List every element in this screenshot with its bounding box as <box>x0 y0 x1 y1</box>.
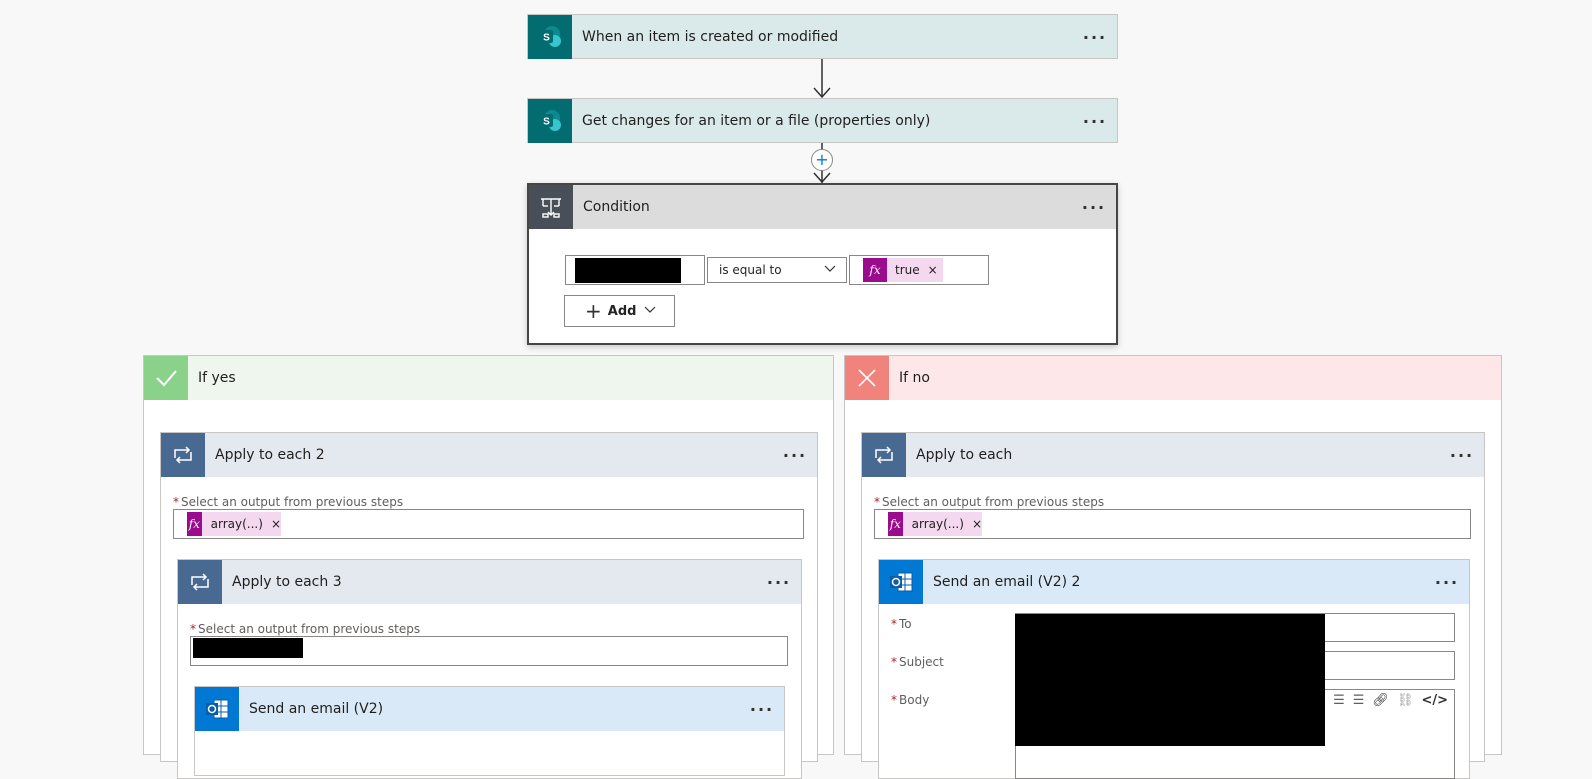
more-options-button[interactable]: ··· <box>1073 112 1117 131</box>
outlook-icon <box>879 560 923 604</box>
fx-icon: fx <box>888 512 903 536</box>
chevron-down-icon <box>824 262 836 278</box>
send-email-card[interactable]: Send an email (V2) ··· <box>194 686 785 776</box>
more-options-button[interactable]: ··· <box>740 700 784 719</box>
svg-text:S: S <box>543 117 550 128</box>
close-icon[interactable]: × <box>271 517 281 531</box>
insert-step-button[interactable]: + <box>811 149 833 171</box>
checkmark-icon <box>144 356 188 400</box>
close-icon <box>845 356 889 400</box>
get-changes-card[interactable]: S Get changes for an item or a file (pro… <box>527 98 1118 143</box>
close-icon[interactable]: × <box>972 517 982 531</box>
unlink-icon[interactable]: ⛓︎ <box>1397 693 1414 708</box>
expression-token[interactable]: fx array(...) × <box>888 512 982 536</box>
apply-to-each-3-title: Apply to each 3 <box>232 574 342 590</box>
token-text: array(...) <box>911 517 964 531</box>
more-options-button[interactable]: ··· <box>757 573 801 592</box>
apply-to-each-2-card[interactable]: Apply to each 2 ··· * Select an output fr… <box>160 432 818 779</box>
select-output-label: * Select an output from previous steps <box>190 622 421 636</box>
fx-icon: fx <box>187 512 202 536</box>
to-label: * To <box>891 617 912 631</box>
sharepoint-icon: S <box>528 99 572 143</box>
loop-icon <box>161 433 205 477</box>
link-icon[interactable]: 🔗︎ <box>1372 693 1389 708</box>
chevron-down-icon <box>644 303 656 319</box>
operator-select[interactable]: is equal to <box>707 257 847 283</box>
svg-text:S: S <box>543 33 550 44</box>
more-options-button[interactable]: ··· <box>1072 198 1116 217</box>
get-changes-title: Get changes for an item or a file (prope… <box>582 113 931 129</box>
trigger-card[interactable]: S When an item is created or modified ··… <box>527 14 1118 59</box>
apply-to-each-title: Apply to each <box>916 447 1013 463</box>
more-options-button[interactable]: ··· <box>1073 28 1117 47</box>
select-output-label: * Select an output from previous steps <box>874 495 1105 509</box>
body-label: * Body <box>891 693 930 707</box>
increase-indent-icon[interactable]: ☰ <box>1353 693 1365 708</box>
expression-token[interactable]: fx true × <box>863 258 943 282</box>
add-condition-button[interactable]: + Add <box>564 295 675 327</box>
token-text: true <box>895 263 920 277</box>
trigger-title: When an item is created or modified <box>582 29 839 45</box>
condition-title: Condition <box>583 199 650 215</box>
loop-icon <box>862 433 906 477</box>
sharepoint-icon: S <box>528 15 572 59</box>
if-no-label: If no <box>899 370 930 386</box>
plus-icon: + <box>585 299 602 323</box>
send-email-2-title: Send an email (V2) 2 <box>933 574 1081 590</box>
redacted-block <box>193 638 303 658</box>
if-yes-branch: If yes Apply to each 2 ··· * Select an ou… <box>143 355 834 779</box>
body-toolbar: ☰ ☰ 🔗︎ ⛓︎ </> <box>1333 693 1448 708</box>
more-options-button[interactable]: ··· <box>773 446 817 465</box>
select-output-label: * Select an output from previous steps <box>173 495 404 509</box>
add-label: Add <box>607 303 637 319</box>
close-icon[interactable]: × <box>928 263 938 277</box>
condition-right-operand[interactable]: fx true × <box>849 255 989 285</box>
if-yes-label: If yes <box>198 370 236 386</box>
loop-icon <box>178 560 222 604</box>
redacted-block <box>1015 614 1325 746</box>
more-options-button[interactable]: ··· <box>1440 446 1484 465</box>
decrease-indent-icon[interactable]: ☰ <box>1333 693 1345 708</box>
outlook-icon <box>195 687 239 731</box>
condition-icon <box>529 185 573 229</box>
code-view-icon[interactable]: </> <box>1421 693 1448 708</box>
select-output-field[interactable]: fx array(...) × <box>874 509 1471 539</box>
condition-card[interactable]: Condition ··· is equal to fx true × + Ad… <box>527 183 1118 345</box>
token-text: array(...) <box>210 517 263 531</box>
apply-to-each-2-title: Apply to each 2 <box>215 447 325 463</box>
more-options-button[interactable]: ··· <box>1425 573 1469 592</box>
operator-value: is equal to <box>719 263 782 277</box>
select-output-field[interactable]: fx array(...) × <box>173 509 804 539</box>
apply-to-each-3-card[interactable]: Apply to each 3 ··· * Select an output fr… <box>177 559 802 779</box>
redacted-block <box>575 258 681 283</box>
subject-label: * Subject <box>891 655 944 669</box>
send-email-title: Send an email (V2) <box>249 701 384 717</box>
expression-token[interactable]: fx array(...) × <box>187 512 281 536</box>
fx-icon: fx <box>863 258 887 282</box>
